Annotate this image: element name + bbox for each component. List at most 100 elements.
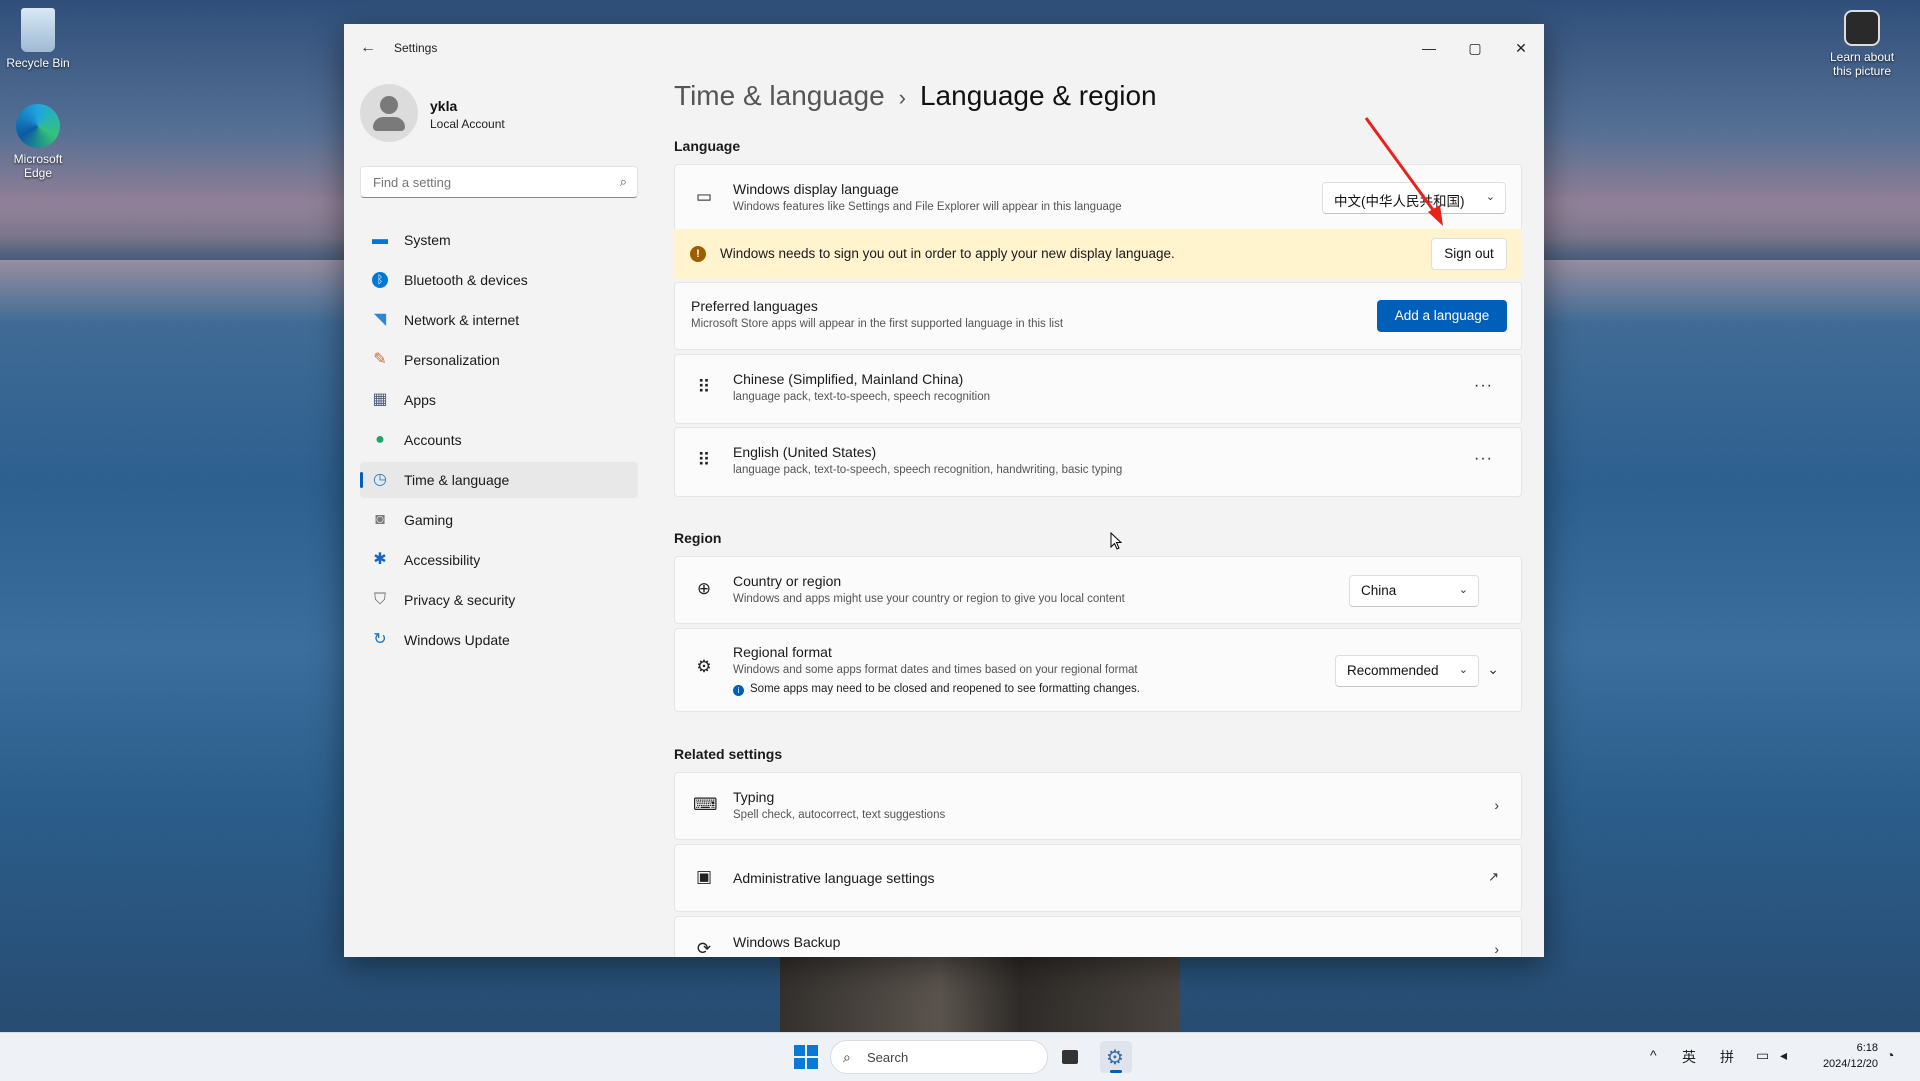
display-language-value: 中文(中华人民共和国) bbox=[1334, 194, 1465, 209]
regional-format-note-text: Some apps may need to be closed and reop… bbox=[750, 683, 1140, 695]
country-region-subtitle: Windows and apps might use your country … bbox=[733, 593, 1125, 605]
sidebar-item-label: Privacy & security bbox=[404, 592, 516, 608]
search-icon[interactable]: ⌕ bbox=[620, 174, 627, 190]
language-list-item[interactable]: ⠿ English (United States) language pack,… bbox=[674, 427, 1522, 497]
sign-out-banner-text: Windows needs to sign you out in order t… bbox=[720, 246, 1175, 261]
main-content: Time & language › Language & region Langua… bbox=[668, 24, 1544, 957]
search-box: ⌕ bbox=[360, 166, 638, 198]
windows-backup-card[interactable]: ⟳ Windows Backup › bbox=[674, 916, 1522, 957]
sidebar-item-bluetooth[interactable]: ᛒ Bluetooth & devices bbox=[360, 262, 638, 298]
profile-account-type: Local Account bbox=[430, 117, 505, 131]
edge-desktop-icon[interactable]: Microsoft Edge bbox=[0, 104, 76, 180]
settings-taskbar-button[interactable]: ⚙ bbox=[1100, 1041, 1132, 1073]
sign-out-button[interactable]: Sign out bbox=[1431, 238, 1507, 270]
camera-icon bbox=[1844, 10, 1880, 46]
sidebar-item-network[interactable]: ◥ Network & internet bbox=[360, 302, 638, 338]
sidebar-item-windows-update[interactable]: ↻ Windows Update bbox=[360, 622, 638, 658]
windows-logo-icon bbox=[807, 1058, 818, 1069]
settings-window: ← Settings — ▢ ✕ ykla Local Account ⌕ ▬ … bbox=[344, 24, 1544, 957]
gamepad-icon: ◙ bbox=[375, 511, 385, 528]
backup-icon: ⟳ bbox=[696, 939, 712, 957]
update-icon: ↻ bbox=[373, 631, 387, 648]
laptop-icon: ▭ bbox=[695, 187, 713, 206]
wifi-icon: ◥ bbox=[373, 311, 387, 328]
sidebar-item-label: Gaming bbox=[404, 512, 454, 528]
display-language-title: Windows display language bbox=[733, 181, 899, 197]
language-item-title: English (United States) bbox=[733, 444, 877, 460]
notification-bell-icon[interactable]: ◔ bbox=[1886, 1047, 1894, 1063]
bluetooth-icon: ᛒ bbox=[372, 272, 388, 288]
display-language-dropdown[interactable]: 中文(中华人民共和国) ⌄ bbox=[1322, 182, 1506, 214]
ime-mode-indicator[interactable]: 英 bbox=[1682, 1047, 1696, 1067]
sidebar-item-system[interactable]: ▬ System bbox=[360, 222, 638, 258]
show-hidden-icons-chevron-icon[interactable]: ^ bbox=[1650, 1047, 1657, 1063]
regional-format-dropdown[interactable]: Recommended ⌄ bbox=[1335, 655, 1479, 687]
task-view-button[interactable] bbox=[1054, 1041, 1086, 1073]
section-title-language: Language bbox=[674, 138, 741, 154]
regional-format-subtitle: Windows and some apps format dates and t… bbox=[733, 664, 1138, 676]
clock[interactable]: 6:18 2024/12/20 bbox=[1823, 1040, 1878, 1072]
back-arrow-icon[interactable]: ← bbox=[358, 38, 378, 58]
breadcrumb-separator: › bbox=[898, 85, 906, 110]
recycle-bin-icon bbox=[21, 8, 55, 52]
task-view-icon bbox=[1062, 1050, 1078, 1064]
sidebar-item-personalization[interactable]: ✎ Personalization bbox=[360, 342, 638, 378]
sidebar-item-accounts[interactable]: ● Accounts bbox=[360, 422, 638, 458]
search-icon: ⌕ bbox=[843, 1049, 851, 1065]
sidebar-item-apps[interactable]: ▦ Apps bbox=[360, 382, 638, 418]
windows-logo-icon bbox=[794, 1058, 805, 1069]
drag-handle-icon[interactable]: ⠿ bbox=[693, 377, 715, 398]
admin-language-title: Administrative language settings bbox=[733, 870, 935, 886]
sidebar-item-label: Accounts bbox=[404, 432, 462, 448]
globe-clock-icon: ◷ bbox=[373, 471, 387, 488]
sidebar-item-label: Apps bbox=[404, 392, 436, 408]
chevron-down-icon: ⌄ bbox=[1458, 584, 1468, 596]
page-title: Language & region bbox=[919, 80, 1157, 111]
sidebar-item-accessibility[interactable]: ✱ Accessibility bbox=[360, 542, 638, 578]
network-icon[interactable]: ▭ bbox=[1756, 1047, 1769, 1064]
search-input[interactable] bbox=[371, 174, 605, 191]
drag-handle-icon[interactable]: ⠿ bbox=[693, 450, 715, 471]
taskbar: ⌕ Search ⚙ ^ 英 拼 ▭ ◂ 6:18 2024/12/20 ◔ bbox=[0, 1032, 1920, 1081]
apps-icon: ▦ bbox=[372, 391, 388, 408]
breadcrumb: Time & language › Language & region bbox=[674, 80, 1157, 112]
sidebar-item-gaming[interactable]: ◙ Gaming bbox=[360, 502, 638, 538]
more-options-icon[interactable]: ··· bbox=[1474, 450, 1493, 468]
regional-format-note: i Some apps may need to be closed and reo… bbox=[733, 683, 1140, 696]
chevron-right-icon: › bbox=[1494, 797, 1499, 813]
typing-card[interactable]: ⌨ Typing Spell check, autocorrect, text … bbox=[674, 772, 1522, 840]
regional-format-card[interactable]: ⚙ Regional format Windows and some apps … bbox=[674, 628, 1522, 712]
windows-logo-icon bbox=[794, 1045, 805, 1056]
add-language-button[interactable]: Add a language bbox=[1377, 300, 1507, 332]
preferred-languages-subtitle: Microsoft Store apps will appear in the … bbox=[691, 318, 1064, 330]
sidebar-item-label: Personalization bbox=[404, 352, 500, 368]
admin-language-card[interactable]: ▣ Administrative language settings ↗ bbox=[674, 844, 1522, 912]
language-list-item[interactable]: ⠿ Chinese (Simplified, Mainland China) l… bbox=[674, 354, 1522, 424]
display-language-card: ▭ Windows display language Windows featu… bbox=[674, 164, 1522, 230]
admin-settings-icon: ▣ bbox=[695, 867, 713, 886]
section-title-related: Related settings bbox=[674, 746, 783, 762]
breadcrumb-parent[interactable]: Time & language bbox=[674, 80, 885, 111]
sidebar-item-privacy[interactable]: ⛉ Privacy & security bbox=[360, 582, 638, 618]
more-options-icon[interactable]: ··· bbox=[1474, 377, 1493, 395]
start-button[interactable] bbox=[794, 1045, 818, 1069]
ime-pinyin-indicator[interactable]: 拼 bbox=[1720, 1047, 1734, 1067]
country-region-value: China bbox=[1361, 583, 1397, 598]
volume-icon[interactable]: ◂ bbox=[1780, 1047, 1787, 1064]
sidebar-item-label: Network & internet bbox=[404, 312, 520, 328]
language-item-title: Chinese (Simplified, Mainland China) bbox=[733, 371, 964, 387]
keyboard-icon: ⌨ bbox=[693, 795, 718, 814]
language-item-subtitle: language pack, text-to-speech, speech re… bbox=[733, 391, 990, 403]
person-icon: ● bbox=[375, 431, 385, 448]
learn-picture-desktop-icon[interactable]: Learn about this picture bbox=[1822, 10, 1902, 78]
taskbar-search-label: Search bbox=[867, 1050, 909, 1065]
monitor-icon: ▬ bbox=[372, 231, 388, 248]
chevron-down-icon: ⌄ bbox=[1485, 191, 1495, 203]
sidebar-nav: ▬ System ᛒ Bluetooth & devices ◥ Network… bbox=[360, 222, 638, 662]
expand-chevron-icon[interactable]: ⌄ bbox=[1487, 661, 1499, 678]
taskbar-search[interactable]: ⌕ Search bbox=[830, 1040, 1048, 1074]
typing-subtitle: Spell check, autocorrect, text suggestio… bbox=[733, 809, 946, 821]
sidebar-item-time-language[interactable]: ◷ Time & language bbox=[360, 462, 638, 498]
country-region-dropdown[interactable]: China ⌄ bbox=[1349, 575, 1479, 607]
recycle-bin-desktop-icon[interactable]: Recycle Bin bbox=[0, 8, 76, 70]
